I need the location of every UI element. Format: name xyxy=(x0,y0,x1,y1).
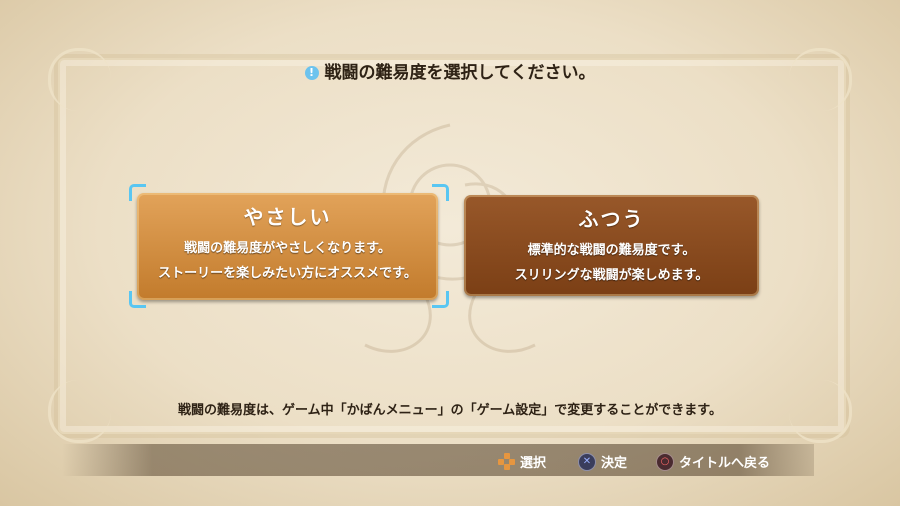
option-description-line: スリリングな戦闘が楽しめます。 xyxy=(514,268,709,283)
cross-button-icon: ✕ xyxy=(578,452,596,471)
exclamation-icon: ! xyxy=(304,66,319,80)
selection-cursor-corner xyxy=(129,184,146,201)
control-label: 決定 xyxy=(601,456,628,471)
page-title: ! 戦闘の難易度を選択してください。 xyxy=(0,58,900,83)
difficulty-option-normal[interactable]: ふつう 標準的な戦闘の難易度です。 スリリングな戦闘が楽しめます。 xyxy=(464,195,759,296)
selection-cursor-corner xyxy=(432,184,449,201)
selection-cursor-corner xyxy=(129,291,146,308)
control-label: タイトルへ戻る xyxy=(679,456,771,471)
option-title: ふつう xyxy=(578,207,645,231)
option-title: やさしい xyxy=(243,205,332,229)
option-description-line: 標準的な戦闘の難易度です。 xyxy=(527,243,696,258)
selection-cursor-corner xyxy=(432,291,449,308)
difficulty-option-easy[interactable]: やさしい 戦闘の難易度がやさしくなります。 ストーリーを楽しみたい方にオススメで… xyxy=(137,193,438,300)
prompt-text: 戦闘の難易度を選択してください。 xyxy=(324,63,596,83)
option-description-line: ストーリーを楽しみたい方にオススメです。 xyxy=(158,266,417,281)
control-hint-back: ○ タイトルへ戻る xyxy=(656,452,770,471)
info-note: 戦闘の難易度は、ゲーム中「かばんメニュー」の「ゲーム設定」で変更することができま… xyxy=(178,403,722,418)
control-hint-confirm: ✕ 決定 xyxy=(578,452,627,471)
circle-button-icon: ○ xyxy=(656,452,674,471)
dpad-icon xyxy=(498,453,515,470)
control-hint-select: 選択 xyxy=(498,452,546,471)
option-description-line: 戦闘の難易度がやさしくなります。 xyxy=(184,241,391,256)
control-label: 選択 xyxy=(520,456,547,471)
